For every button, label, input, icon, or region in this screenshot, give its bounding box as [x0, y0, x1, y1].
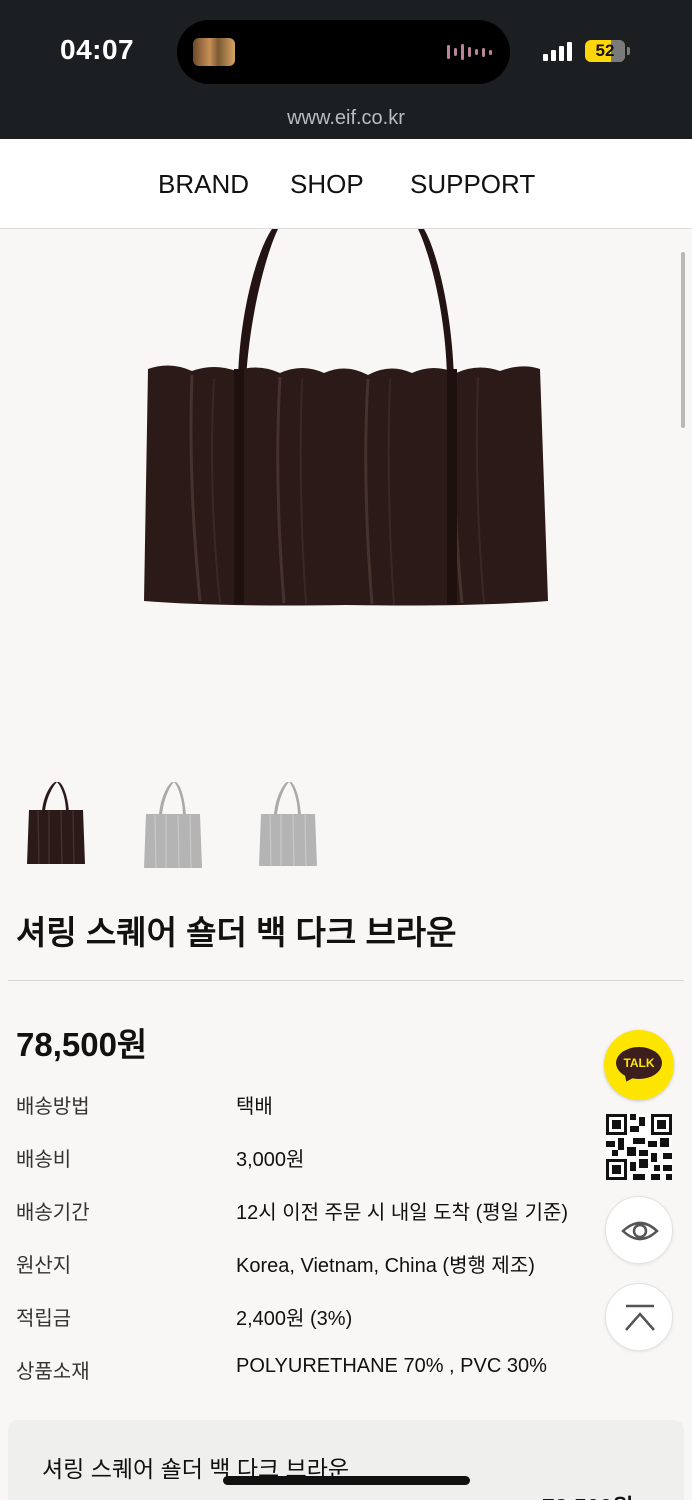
product-main-image[interactable] [0, 229, 692, 769]
battery-icon: 52 [585, 40, 625, 62]
thumbnail-gray-1[interactable] [142, 778, 204, 870]
recently-viewed-button[interactable] [605, 1196, 673, 1264]
divider [8, 980, 684, 981]
kakao-talk-label: TALK [623, 1056, 655, 1070]
status-bar: 04:07 52 [0, 0, 692, 100]
nav-support[interactable]: SUPPORT [410, 169, 535, 200]
thumbnail-gray-2[interactable] [257, 778, 319, 870]
page-scrollbar[interactable] [681, 252, 685, 428]
thumbnail-strip [0, 778, 692, 874]
now-playing-artwork-icon [193, 38, 235, 66]
spec-label: 상품소재 [16, 1361, 90, 1383]
spec-value: 택배 [236, 1096, 273, 1118]
nav-shop[interactable]: SHOP [290, 169, 364, 200]
battery-level: 52 [595, 41, 615, 60]
dynamic-island [177, 20, 510, 84]
spec-label: 적립금 [16, 1308, 72, 1330]
spec-label: 원산지 [16, 1255, 72, 1277]
bottom-product-price: 78,500원 [542, 1488, 634, 1500]
spec-label: 배송기간 [16, 1202, 90, 1224]
spec-value: 12시 이전 주문 시 내일 도착 (평일 기준) [236, 1202, 569, 1224]
url-bar[interactable]: www.eif.co.kr [0, 100, 692, 139]
spec-value: 2,400원 (3%) [236, 1308, 353, 1330]
status-time: 04:07 [60, 34, 135, 65]
eye-icon [621, 1221, 659, 1241]
thumbnail-dark-brown[interactable] [25, 778, 87, 870]
spec-value: POLYURETHANE 70% , PVC 30% [236, 1355, 547, 1377]
home-indicator[interactable] [223, 1476, 470, 1485]
site-nav: BRAND SHOP SUPPORT [0, 139, 692, 229]
bag-image [144, 229, 548, 606]
scroll-to-top-button[interactable] [605, 1283, 673, 1351]
battery-tip [627, 47, 630, 55]
audio-wave-icon [447, 44, 492, 60]
spec-label: 배송비 [16, 1149, 72, 1171]
spec-value: 3,000원 [236, 1149, 305, 1171]
qr-code-icon[interactable] [606, 1114, 672, 1180]
arrow-up-icon [625, 1304, 655, 1331]
kakao-talk-button[interactable]: TALK [604, 1030, 674, 1100]
cellular-signal-icon [543, 42, 572, 61]
product-price: 78,500원 [16, 1026, 148, 1063]
spec-value: Korea, Vietnam, China (병행 제조) [236, 1255, 535, 1277]
spec-label: 배송방법 [16, 1096, 90, 1118]
product-title: 셔링 스퀘어 숄더 백 다크 브라운 [16, 914, 457, 951]
nav-brand[interactable]: BRAND [158, 169, 249, 200]
